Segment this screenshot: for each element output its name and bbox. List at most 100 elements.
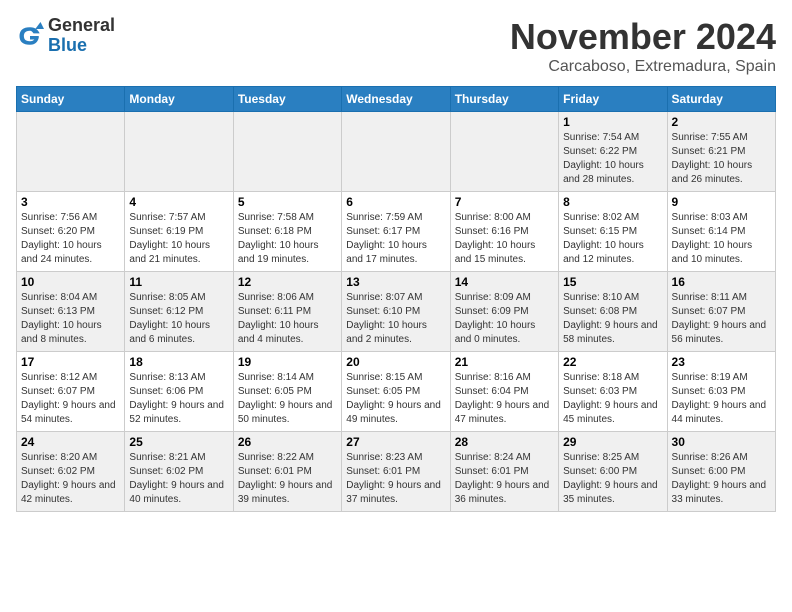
month-title: November 2024 bbox=[510, 16, 776, 58]
day-info: Sunrise: 8:23 AM Sunset: 6:01 PM Dayligh… bbox=[346, 451, 445, 507]
day-number: 23 bbox=[672, 355, 771, 369]
day-info: Sunrise: 7:57 AM Sunset: 6:19 PM Dayligh… bbox=[129, 211, 228, 267]
calendar-day-cell bbox=[233, 112, 341, 192]
calendar-day-cell bbox=[450, 112, 558, 192]
calendar-day-cell: 23 Sunrise: 8:19 AM Sunset: 6:03 PM Dayli… bbox=[667, 352, 775, 432]
day-info: Sunrise: 8:19 AM Sunset: 6:03 PM Dayligh… bbox=[672, 371, 771, 427]
day-number: 18 bbox=[129, 355, 228, 369]
day-number: 17 bbox=[21, 355, 120, 369]
day-info: Sunrise: 8:13 AM Sunset: 6:06 PM Dayligh… bbox=[129, 371, 228, 427]
day-info: Sunrise: 8:06 AM Sunset: 6:11 PM Dayligh… bbox=[238, 291, 337, 347]
day-number: 24 bbox=[21, 435, 120, 449]
calendar-week-row: 3Sunrise: 7:56 AM Sunset: 6:20 PM Daylig… bbox=[17, 192, 776, 272]
calendar-day-cell: 6 Sunrise: 7:59 AM Sunset: 6:17 PM Daylig… bbox=[342, 192, 450, 272]
day-of-week-header: Saturday bbox=[667, 87, 775, 112]
day-number: 27 bbox=[346, 435, 445, 449]
day-info: Sunrise: 8:10 AM Sunset: 6:08 PM Dayligh… bbox=[563, 291, 662, 347]
calendar-day-cell: 15Sunrise: 8:10 AM Sunset: 6:08 PM Dayli… bbox=[559, 272, 667, 352]
day-number: 6 bbox=[346, 195, 445, 209]
calendar-day-cell: 13Sunrise: 8:07 AM Sunset: 6:10 PM Dayli… bbox=[342, 272, 450, 352]
day-of-week-header: Sunday bbox=[17, 87, 125, 112]
calendar-day-cell: 5Sunrise: 7:58 AM Sunset: 6:18 PM Daylig… bbox=[233, 192, 341, 272]
calendar-week-row: 24 Sunrise: 8:20 AM Sunset: 6:02 PM Dayli… bbox=[17, 432, 776, 512]
day-info: Sunrise: 8:05 AM Sunset: 6:12 PM Dayligh… bbox=[129, 291, 228, 347]
calendar-day-cell: 10 Sunrise: 8:04 AM Sunset: 6:13 PM Dayli… bbox=[17, 272, 125, 352]
calendar-day-cell: 18 Sunrise: 8:13 AM Sunset: 6:06 PM Dayli… bbox=[125, 352, 233, 432]
day-info: Sunrise: 8:02 AM Sunset: 6:15 PM Dayligh… bbox=[563, 211, 662, 267]
day-info: Sunrise: 8:25 AM Sunset: 6:00 PM Dayligh… bbox=[563, 451, 662, 507]
calendar-day-cell: 28 Sunrise: 8:24 AM Sunset: 6:01 PM Dayli… bbox=[450, 432, 558, 512]
day-number: 29 bbox=[563, 435, 662, 449]
calendar-day-cell: 26 Sunrise: 8:22 AM Sunset: 6:01 PM Dayli… bbox=[233, 432, 341, 512]
calendar-week-row: 1 Sunrise: 7:54 AM Sunset: 6:22 PM Daylig… bbox=[17, 112, 776, 192]
day-info: Sunrise: 7:58 AM Sunset: 6:18 PM Dayligh… bbox=[238, 211, 337, 267]
day-info: Sunrise: 8:09 AM Sunset: 6:09 PM Dayligh… bbox=[455, 291, 554, 347]
day-info: Sunrise: 8:22 AM Sunset: 6:01 PM Dayligh… bbox=[238, 451, 337, 507]
day-number: 25 bbox=[129, 435, 228, 449]
day-info: Sunrise: 8:11 AM Sunset: 6:07 PM Dayligh… bbox=[672, 291, 771, 347]
calendar-day-cell: 25 Sunrise: 8:21 AM Sunset: 6:02 PM Dayli… bbox=[125, 432, 233, 512]
calendar-day-cell: 14 Sunrise: 8:09 AM Sunset: 6:09 PM Dayli… bbox=[450, 272, 558, 352]
calendar-day-cell: 1 Sunrise: 7:54 AM Sunset: 6:22 PM Daylig… bbox=[559, 112, 667, 192]
calendar-day-cell: 27 Sunrise: 8:23 AM Sunset: 6:01 PM Dayli… bbox=[342, 432, 450, 512]
location-subtitle: Carcaboso, Extremadura, Spain bbox=[510, 58, 776, 76]
day-info: Sunrise: 8:15 AM Sunset: 6:05 PM Dayligh… bbox=[346, 371, 445, 427]
day-info: Sunrise: 8:00 AM Sunset: 6:16 PM Dayligh… bbox=[455, 211, 554, 267]
day-info: Sunrise: 7:54 AM Sunset: 6:22 PM Dayligh… bbox=[563, 131, 662, 187]
calendar-week-row: 10 Sunrise: 8:04 AM Sunset: 6:13 PM Dayli… bbox=[17, 272, 776, 352]
day-number: 28 bbox=[455, 435, 554, 449]
day-number: 20 bbox=[346, 355, 445, 369]
day-of-week-header: Wednesday bbox=[342, 87, 450, 112]
day-number: 2 bbox=[672, 115, 771, 129]
day-info: Sunrise: 7:56 AM Sunset: 6:20 PM Dayligh… bbox=[21, 211, 120, 267]
calendar-week-row: 17 Sunrise: 8:12 AM Sunset: 6:07 PM Dayli… bbox=[17, 352, 776, 432]
calendar-day-cell: 30 Sunrise: 8:26 AM Sunset: 6:00 PM Dayli… bbox=[667, 432, 775, 512]
day-number: 22 bbox=[563, 355, 662, 369]
day-number: 30 bbox=[672, 435, 771, 449]
day-info: Sunrise: 7:55 AM Sunset: 6:21 PM Dayligh… bbox=[672, 131, 771, 187]
day-number: 9 bbox=[672, 195, 771, 209]
day-number: 12 bbox=[238, 275, 337, 289]
header-row: SundayMondayTuesdayWednesdayThursdayFrid… bbox=[17, 87, 776, 112]
logo-icon bbox=[16, 22, 44, 50]
calendar-day-cell: 24 Sunrise: 8:20 AM Sunset: 6:02 PM Dayli… bbox=[17, 432, 125, 512]
day-info: Sunrise: 8:07 AM Sunset: 6:10 PM Dayligh… bbox=[346, 291, 445, 347]
calendar-table: SundayMondayTuesdayWednesdayThursdayFrid… bbox=[16, 86, 776, 512]
calendar-day-cell: 7 Sunrise: 8:00 AM Sunset: 6:16 PM Daylig… bbox=[450, 192, 558, 272]
calendar-day-cell: 9Sunrise: 8:03 AM Sunset: 6:14 PM Daylig… bbox=[667, 192, 775, 272]
day-info: Sunrise: 8:20 AM Sunset: 6:02 PM Dayligh… bbox=[21, 451, 120, 507]
logo-blue-text: Blue bbox=[48, 36, 115, 56]
calendar-day-cell: 20 Sunrise: 8:15 AM Sunset: 6:05 PM Dayli… bbox=[342, 352, 450, 432]
day-number: 26 bbox=[238, 435, 337, 449]
calendar-day-cell: 3Sunrise: 7:56 AM Sunset: 6:20 PM Daylig… bbox=[17, 192, 125, 272]
day-number: 1 bbox=[563, 115, 662, 129]
calendar-day-cell: 4Sunrise: 7:57 AM Sunset: 6:19 PM Daylig… bbox=[125, 192, 233, 272]
day-number: 21 bbox=[455, 355, 554, 369]
day-number: 7 bbox=[455, 195, 554, 209]
calendar-day-cell bbox=[17, 112, 125, 192]
calendar-day-cell: 19 Sunrise: 8:14 AM Sunset: 6:05 PM Dayli… bbox=[233, 352, 341, 432]
day-info: Sunrise: 8:04 AM Sunset: 6:13 PM Dayligh… bbox=[21, 291, 120, 347]
calendar-day-cell: 16Sunrise: 8:11 AM Sunset: 6:07 PM Dayli… bbox=[667, 272, 775, 352]
calendar-day-cell: 12 Sunrise: 8:06 AM Sunset: 6:11 PM Dayli… bbox=[233, 272, 341, 352]
title-area: November 2024 Carcaboso, Extremadura, Sp… bbox=[510, 16, 776, 76]
logo-general-text: General bbox=[48, 16, 115, 36]
day-number: 19 bbox=[238, 355, 337, 369]
day-info: Sunrise: 7:59 AM Sunset: 6:17 PM Dayligh… bbox=[346, 211, 445, 267]
day-info: Sunrise: 8:12 AM Sunset: 6:07 PM Dayligh… bbox=[21, 371, 120, 427]
day-number: 8 bbox=[563, 195, 662, 209]
day-of-week-header: Friday bbox=[559, 87, 667, 112]
calendar-day-cell: 2 Sunrise: 7:55 AM Sunset: 6:21 PM Daylig… bbox=[667, 112, 775, 192]
day-number: 10 bbox=[21, 275, 120, 289]
calendar-body: 1 Sunrise: 7:54 AM Sunset: 6:22 PM Daylig… bbox=[17, 112, 776, 512]
day-info: Sunrise: 8:16 AM Sunset: 6:04 PM Dayligh… bbox=[455, 371, 554, 427]
day-number: 14 bbox=[455, 275, 554, 289]
logo: General Blue bbox=[16, 16, 115, 56]
day-info: Sunrise: 8:26 AM Sunset: 6:00 PM Dayligh… bbox=[672, 451, 771, 507]
day-info: Sunrise: 8:24 AM Sunset: 6:01 PM Dayligh… bbox=[455, 451, 554, 507]
day-of-week-header: Tuesday bbox=[233, 87, 341, 112]
day-of-week-header: Thursday bbox=[450, 87, 558, 112]
day-info: Sunrise: 8:21 AM Sunset: 6:02 PM Dayligh… bbox=[129, 451, 228, 507]
day-info: Sunrise: 8:14 AM Sunset: 6:05 PM Dayligh… bbox=[238, 371, 337, 427]
calendar-day-cell: 22Sunrise: 8:18 AM Sunset: 6:03 PM Dayli… bbox=[559, 352, 667, 432]
